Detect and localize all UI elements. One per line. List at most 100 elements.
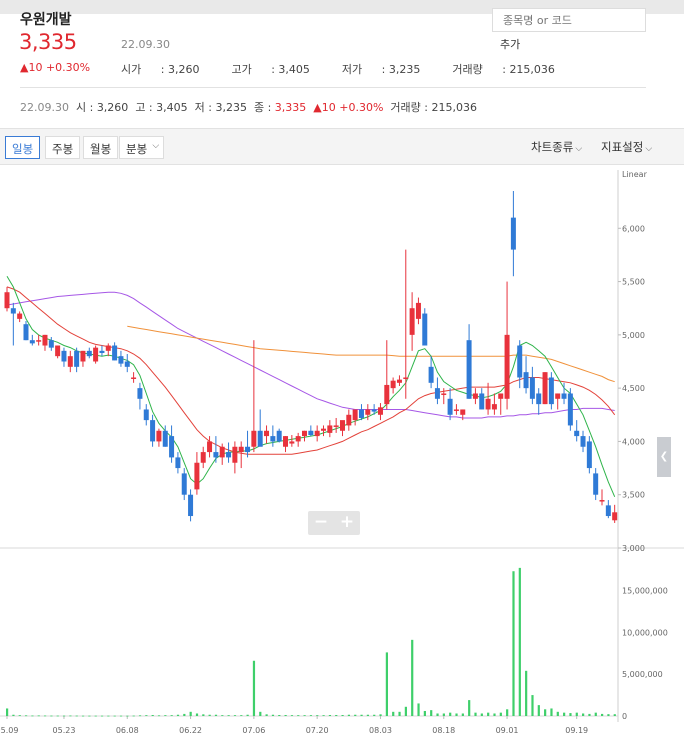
candle-body [4,292,10,309]
candle-body [29,340,35,344]
candle-body [143,409,149,421]
candle-body [593,473,599,495]
volume-bar [423,710,426,716]
candle-body [517,345,523,378]
candle-body [137,388,143,399]
candle-body [612,512,618,521]
date-tick-label: 09.19 [565,726,588,735]
volume-bar [512,571,515,716]
candle-body [55,345,61,357]
volume-bar [550,708,553,716]
candle-body [529,377,535,399]
volume-bar [183,713,186,716]
candle-body [48,340,54,348]
volume-bar [24,715,28,717]
volume-bar [417,703,420,716]
volume-bar [100,715,104,717]
candle-body [276,430,282,442]
candle-body [80,350,86,362]
candle-body [574,430,580,437]
volume-bar [126,715,129,717]
volume-bar [563,712,566,716]
volume-bar [233,715,237,716]
date-tick-label: 09.01 [496,726,519,735]
candle-body [302,430,308,437]
candle-body [453,409,459,411]
volume-bar [569,713,572,716]
volume-bar [404,706,407,716]
candle-body [403,377,409,379]
volume-bar [347,714,351,716]
ma5-line [6,275,616,497]
candle-body [67,356,73,367]
candle-body [295,436,301,442]
volume-bar [436,713,439,716]
price-tick-label: 4,000 [622,437,645,446]
volume-bar [430,710,433,716]
candle-body [498,393,504,399]
zoom-in-icon[interactable]: + [335,512,359,532]
volume-bar [75,715,78,717]
volume-bar [271,714,275,716]
candle-body [555,393,561,399]
candle-body [485,398,491,410]
volume-bar [544,709,547,716]
candle-body [346,414,352,426]
candle-body [548,377,554,405]
volume-bar [556,711,559,716]
candle-body [472,393,478,399]
candle-body [61,350,67,362]
volume-bar [240,715,243,716]
volume-bar [18,715,21,716]
candle-body [23,324,29,341]
candle-body [93,347,99,362]
candle-body [245,446,251,453]
volume-bar [537,705,540,716]
candle-body [523,372,529,389]
volume-bar [6,708,9,716]
volume-bar [411,639,414,716]
candle-body [251,430,257,447]
volume-bar [455,713,458,716]
candle-body [428,366,434,383]
volume-bar [202,714,205,716]
side-panel-toggle[interactable]: ❮ [657,437,671,477]
chart-card: 우원개발 3,335 22.09.30 ▲10 +0.30% 시가 : 3,26… [0,0,684,737]
candle-body [308,430,314,436]
volume-bar [132,715,135,717]
volume-bar [246,714,249,716]
candle-body [118,356,124,364]
date-tick-label: 08.18 [432,726,455,735]
volume-bar [613,714,616,716]
volume-bar [214,714,218,716]
date-tick-label: 08.03 [369,726,392,735]
candle-body [131,377,137,379]
volume-bar [335,714,338,716]
volume-bar [297,715,300,716]
candle-body [124,361,130,367]
candle-body [441,393,447,395]
chevron-left-icon: ❮ [659,451,669,462]
volume-bar [107,715,110,717]
candle-body [580,436,586,447]
candle-body [320,428,326,431]
date-tick-label: 06.08 [116,726,139,735]
volume-bar [309,715,313,716]
volume-bar [69,715,72,717]
stock-chart[interactable]: Linear 6,000 5,500 5,000 4,500 4,000 3,500 3,00… [0,0,684,737]
volume-bar [575,712,578,716]
scale-label: Linear [622,170,648,179]
candle-body [207,441,213,453]
volume-bar [373,714,376,716]
candle-body [86,350,92,357]
date-tick-label: 07.06 [242,726,265,735]
volume-bar [480,713,483,716]
candle-body [333,425,339,427]
volume-bar [468,700,471,716]
candle-body [270,436,276,442]
volume-bar [164,715,167,716]
candle-body [150,420,156,442]
volume-bar [594,712,597,716]
volume-bar [322,715,325,716]
zoom-out-icon[interactable]: − [309,512,333,532]
